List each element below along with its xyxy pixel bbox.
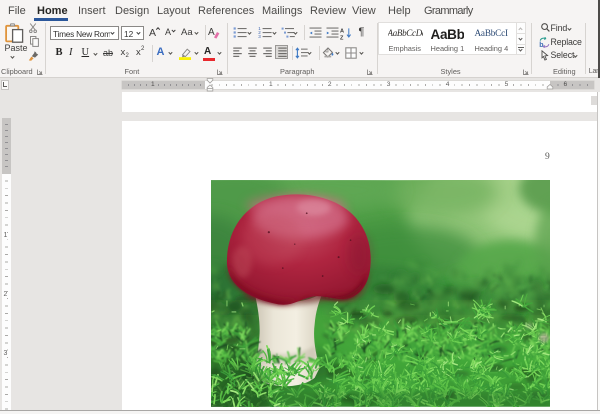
svg-text:A: A	[340, 28, 344, 34]
svg-text:Z: Z	[340, 35, 344, 40]
svg-text:b: b	[539, 41, 543, 47]
svg-text:3: 3	[258, 34, 261, 39]
